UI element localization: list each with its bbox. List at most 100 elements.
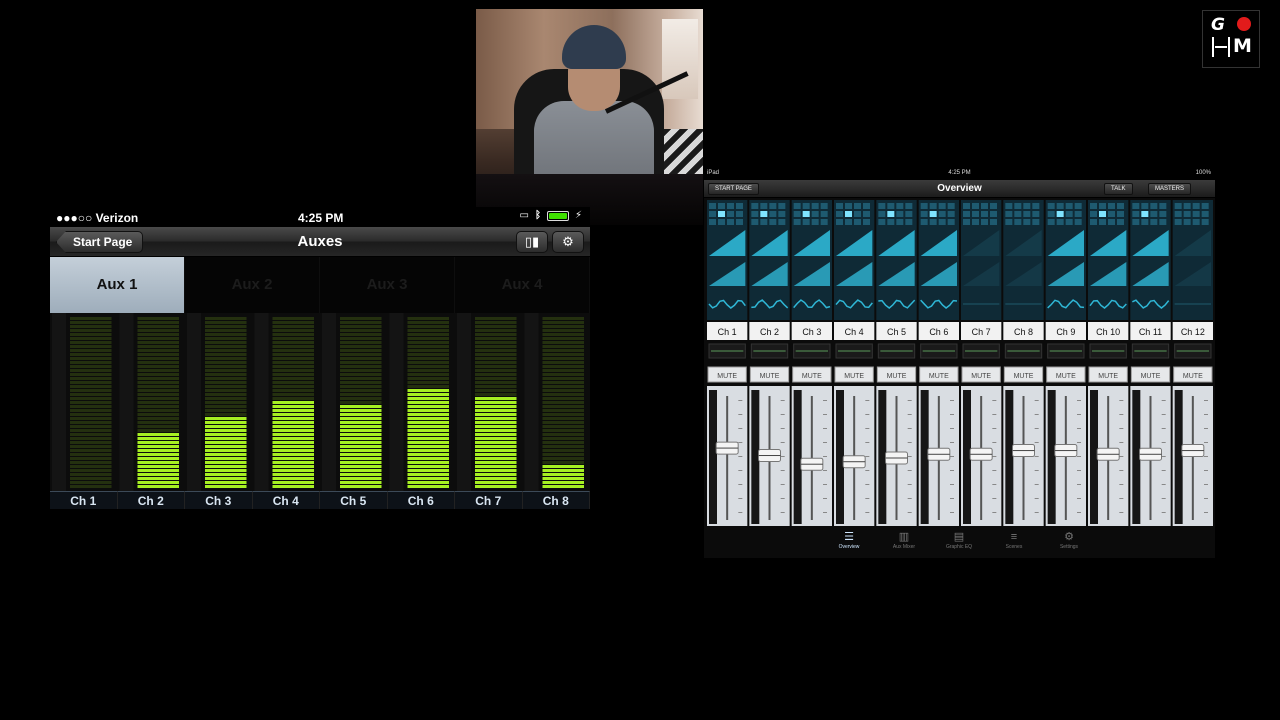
gear-icon[interactable]: ⚙: [552, 231, 584, 253]
processing-strip-7[interactable]: [961, 200, 1002, 320]
aux-meter-4[interactable]: [254, 313, 315, 491]
mute-button[interactable]: MUTE: [834, 366, 874, 383]
ipad-tab-label: Scenes: [1005, 544, 1023, 550]
fader-scale-tick: [1204, 414, 1208, 415]
talk-button[interactable]: TALK: [1104, 183, 1133, 195]
fader-scale-tick: [1077, 484, 1081, 485]
tab-aux-3[interactable]: Aux 3: [320, 257, 455, 313]
channel-fader[interactable]: [1045, 386, 1086, 526]
fader-scale-tick: [1119, 470, 1124, 471]
channel-fader[interactable]: [834, 386, 875, 526]
meter-segment-lit: [340, 469, 382, 472]
processing-strip-12[interactable]: [1172, 200, 1213, 320]
aux-meter-1[interactable]: [52, 313, 112, 491]
aux-meter-5[interactable]: [322, 313, 382, 491]
fader-scale-tick: [950, 414, 954, 415]
tab-aux-1[interactable]: Aux 1: [50, 257, 185, 313]
channel-meter-level: [1134, 350, 1167, 352]
meter-segment-off: [272, 341, 314, 344]
channel-fader[interactable]: [1130, 386, 1171, 526]
processing-strip-9[interactable]: [1045, 200, 1086, 320]
channel-strip-1: Ch 1 MUTE: [707, 322, 748, 526]
processing-strip-6[interactable]: [918, 200, 959, 320]
ipad-tab-settings[interactable]: ⚙ Settings: [1044, 530, 1094, 550]
channel-fader[interactable]: [876, 386, 917, 526]
meter-segment-off: [272, 365, 314, 368]
processing-strip-11[interactable]: [1130, 200, 1171, 320]
processing-strip-5[interactable]: [876, 200, 917, 320]
channel-fader[interactable]: [1003, 386, 1044, 526]
channel-fader[interactable]: [749, 386, 790, 526]
channel-fader[interactable]: [1088, 386, 1129, 526]
logo-letter-m: M: [1233, 35, 1252, 57]
aux-meter-8[interactable]: [524, 313, 585, 491]
mute-button[interactable]: MUTE: [876, 366, 917, 383]
processing-strip-1[interactable]: [707, 200, 748, 320]
meter-segment-off: [407, 337, 449, 340]
meter-segment-lit: [272, 457, 314, 460]
ipad-tab-aux-mixer[interactable]: ▥ Aux Mixer: [879, 530, 929, 550]
meter-segment-off: [137, 341, 179, 344]
fader-scale-tick: [823, 400, 827, 401]
meter-segment-lit: [407, 481, 449, 484]
tab-aux-4[interactable]: Aux 4: [455, 257, 590, 313]
meter-segment-off: [407, 357, 449, 360]
aux-send-indicator: [854, 211, 861, 217]
mute-button[interactable]: MUTE: [919, 366, 959, 383]
mute-button[interactable]: MUTE: [1173, 366, 1213, 383]
channel-fader[interactable]: [1172, 386, 1213, 526]
fader-scale-tick: [992, 470, 997, 471]
meter-segment-lit: [407, 417, 449, 420]
meter-segment-lit: [475, 417, 517, 420]
mute-button[interactable]: MUTE: [749, 366, 790, 383]
meter-segment-off: [407, 317, 449, 320]
fader-scale-tick: [1161, 456, 1166, 457]
processing-strip-2[interactable]: [749, 200, 790, 320]
mute-button[interactable]: MUTE: [1003, 366, 1044, 383]
mute-button[interactable]: MUTE: [1130, 366, 1171, 383]
mute-button[interactable]: MUTE: [792, 366, 832, 383]
fader-scale-tick: [1034, 470, 1039, 471]
device-toggle-icon[interactable]: ▯▮: [516, 231, 548, 253]
aux-send-indicator: [878, 211, 886, 217]
ipad-tab-overview[interactable]: ☰ Overview: [824, 530, 874, 550]
channel-fader[interactable]: [918, 386, 959, 526]
meter-segment-off: [137, 361, 179, 364]
aux-meter-2[interactable]: [119, 313, 180, 491]
aux-send-indicator: [1183, 219, 1191, 225]
fader-scale-tick: [1119, 456, 1124, 457]
fader-meter-track: [709, 390, 717, 524]
mute-button[interactable]: MUTE: [1088, 366, 1128, 383]
mute-button[interactable]: MUTE: [961, 366, 1001, 383]
meter-segment-off: [205, 317, 247, 320]
channel-fader[interactable]: [707, 386, 748, 526]
meter-segment-off: [340, 357, 382, 360]
aux-meter-7[interactable]: [457, 313, 517, 491]
aux-send-indicator: [1117, 219, 1124, 225]
aux-meter-3[interactable]: [187, 313, 247, 491]
aux-meter-6[interactable]: [389, 313, 450, 491]
processing-strip-3[interactable]: [791, 200, 832, 320]
meter-segment-lit: [542, 481, 584, 484]
channel-fader[interactable]: [961, 386, 1002, 526]
meter-segment-off: [542, 349, 584, 352]
meter-segment-off: [542, 345, 584, 348]
channel-fader[interactable]: [791, 386, 832, 526]
mute-button[interactable]: MUTE: [1046, 366, 1086, 383]
meter-segment-lit: [407, 445, 449, 448]
tab-aux-2[interactable]: Aux 2: [185, 257, 320, 313]
fader-scale-tick: [1034, 498, 1039, 499]
ipad-tab-scenes[interactable]: ≡ Scenes: [989, 530, 1039, 550]
mute-button[interactable]: MUTE: [707, 366, 747, 383]
processing-strip-8[interactable]: [1003, 200, 1044, 320]
aux-send-indicator: [727, 203, 734, 209]
aux-send-indicator: [1074, 219, 1082, 225]
fader-scale-tick: [823, 414, 827, 415]
ipad-tab-graphic-eq[interactable]: ▤ Graphic EQ: [934, 530, 984, 550]
fader-cap-line: [1139, 453, 1162, 455]
aux-send-indicator: [811, 219, 819, 225]
processing-strip-4[interactable]: [834, 200, 875, 320]
meter-segment-lit: [272, 449, 314, 452]
processing-strip-10[interactable]: [1088, 200, 1129, 320]
masters-button[interactable]: MASTERS: [1148, 183, 1192, 195]
